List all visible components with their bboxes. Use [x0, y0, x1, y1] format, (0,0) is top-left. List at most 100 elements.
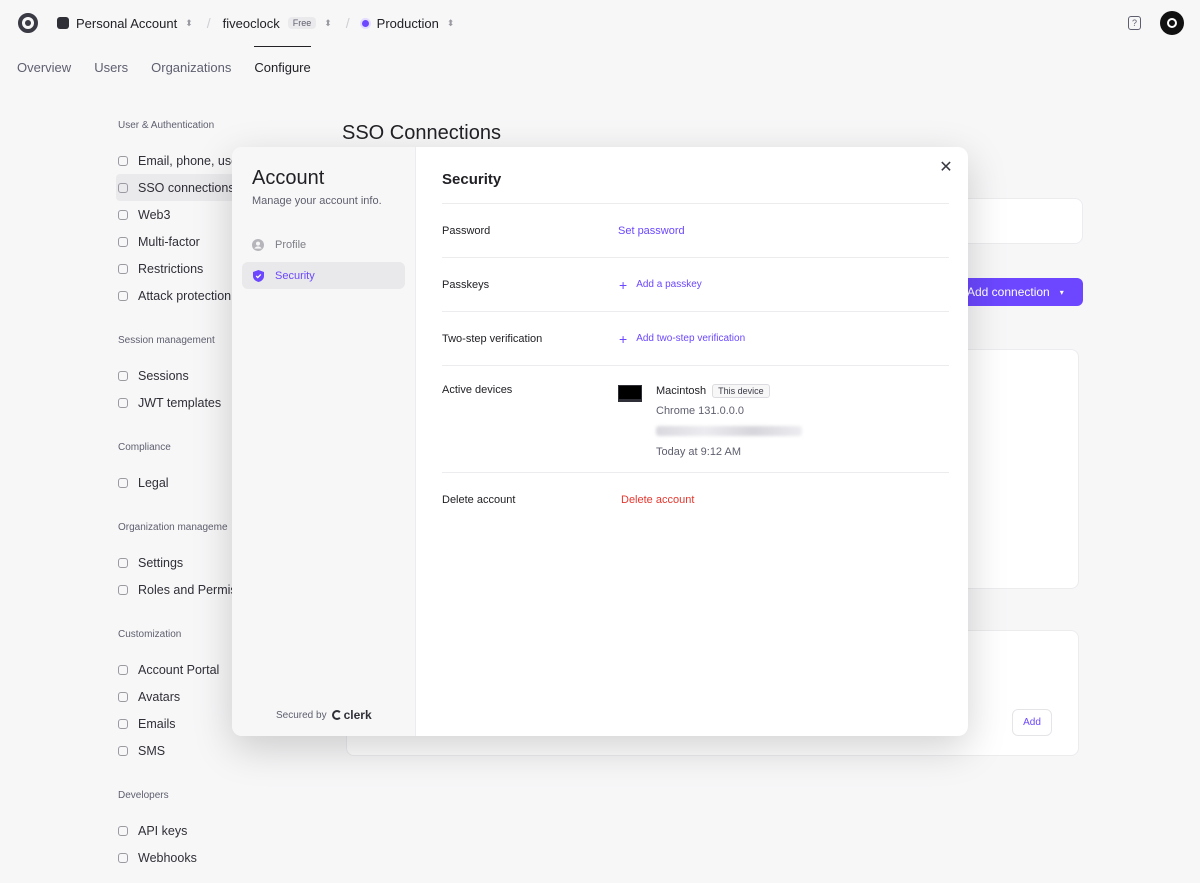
sidebar-item-label: Restrictions	[138, 261, 204, 276]
email-icon	[118, 155, 128, 166]
sidebar-item-label: API keys	[138, 823, 188, 838]
instance-name: Production	[376, 15, 439, 31]
modal-nav-items: Profile Security	[242, 231, 405, 289]
sidebar-item-webhooks[interactable]: Webhooks	[118, 844, 318, 871]
sidebar-item-label: Web3	[138, 207, 171, 222]
sidebar-item-label: Legal	[138, 475, 169, 490]
delete-account-button[interactable]: Delete account	[618, 494, 694, 506]
active-devices-row: Active devices Macintosh This device Chro…	[442, 366, 949, 473]
breadcrumb-separator: /	[345, 15, 350, 31]
modal-subtitle: Manage your account info.	[252, 195, 382, 207]
nav-item-profile[interactable]: Profile	[242, 231, 405, 258]
sidebar-item-label: Account Portal	[138, 662, 220, 677]
chevron-updown-icon: ⬍	[324, 17, 332, 28]
chevron-down-icon: ▾	[1059, 287, 1064, 297]
main-tabs: Overview Users Organizations Configure	[17, 46, 334, 86]
top-bar: Personal Account ⬍ / fiveoclock Free ⬍ /…	[0, 0, 1200, 46]
secured-by-clerk[interactable]: Secured by clerk	[276, 708, 372, 722]
sidebar-item-label: Sessions	[138, 368, 189, 383]
plus-icon: +	[619, 330, 628, 347]
gear-icon	[118, 397, 128, 408]
modal-nav: Account Manage your account info. Profil…	[232, 147, 416, 736]
tab-overview[interactable]: Overview	[17, 46, 71, 86]
delete-account-label: Delete account	[442, 494, 516, 506]
chevron-updown-icon: ⬍	[446, 17, 455, 28]
instance-switcher[interactable]: Production ⬍	[361, 15, 455, 31]
sidebar-item-api-keys[interactable]: API keys	[118, 817, 318, 844]
nav-item-label: Profile	[275, 238, 307, 251]
shield-icon	[252, 269, 264, 282]
modal-title: Account	[252, 167, 325, 189]
plus-icon: +	[619, 276, 628, 293]
portal-icon	[118, 664, 128, 675]
tab-organizations[interactable]: Organizations	[151, 46, 231, 86]
web3-icon	[118, 209, 128, 220]
sidebar-item-label: SMS	[138, 743, 166, 758]
clerk-brand-label: clerk	[343, 708, 372, 722]
sidebar-item-label: Multi-factor	[138, 234, 200, 249]
user-circle-icon	[252, 238, 264, 251]
tab-configure[interactable]: Configure	[254, 46, 312, 86]
clerk-brand: clerk	[331, 708, 372, 722]
breadcrumb-separator: /	[206, 15, 211, 31]
account-name: Personal Account	[76, 15, 178, 31]
two-step-label: Two-step verification	[442, 332, 543, 345]
two-step-row: Two-step verification + Add two-step veri…	[442, 312, 949, 366]
sso-icon	[118, 182, 128, 193]
nav-item-security[interactable]: Security	[242, 262, 405, 289]
button-label: Add connection	[967, 285, 1050, 299]
code-icon	[118, 825, 128, 836]
add-passkey-label: Add a passkey	[636, 279, 702, 290]
plan-badge: Free	[287, 17, 317, 29]
add-two-step-button[interactable]: + Add two-step verification	[618, 331, 949, 347]
secured-by-label: Secured by	[276, 709, 327, 721]
help-icon[interactable]: ?	[1128, 16, 1141, 30]
sidebar-section-title: Developers	[118, 790, 169, 801]
add-passkey-button[interactable]: + Add a passkey	[618, 277, 949, 293]
legal-icon	[118, 477, 128, 488]
tab-users[interactable]: Users	[94, 46, 128, 86]
sidebar-item-label: SSO connections	[138, 180, 235, 195]
device-name: Macintosh	[656, 385, 707, 397]
close-icon[interactable]: ✕	[939, 160, 953, 176]
sidebar-item-label: Roles and Permis	[138, 582, 237, 597]
sms-icon	[118, 745, 128, 756]
sidebar-section-title: User & Authentication	[118, 120, 215, 131]
device-last-active: Today at 9:12 AM	[656, 446, 741, 458]
chevron-updown-icon: ⬍	[185, 17, 193, 28]
page-title: SSO Connections	[342, 122, 501, 144]
active-devices-label: Active devices	[442, 384, 513, 396]
passkeys-label: Passkeys	[442, 278, 490, 291]
clerk-logo-icon[interactable]	[18, 13, 38, 33]
sidebar-item-label: Emails	[138, 716, 176, 731]
sidebar-section: Developers API keys Webhooks	[118, 790, 318, 871]
sidebar-item-label: Settings	[138, 555, 184, 570]
security-panel: ✕ Security Password Set password Passkey…	[416, 147, 968, 736]
sidebar-item-label: Webhooks	[138, 850, 197, 865]
avatar-icon	[118, 691, 128, 702]
nav-item-label: Security	[275, 269, 315, 282]
laptop-icon	[618, 385, 642, 402]
set-password-button[interactable]: Set password	[618, 225, 685, 237]
this-device-badge: This device	[712, 384, 770, 398]
roles-icon	[118, 584, 128, 595]
account-icon	[57, 17, 69, 29]
sidebar-item-label: Email, phone, use	[138, 153, 239, 168]
account-modal: Account Manage your account info. Profil…	[232, 147, 968, 736]
app-switcher[interactable]: fiveoclock Free ⬍	[223, 16, 332, 31]
delete-account-row: Delete account Delete account	[442, 473, 949, 527]
multifactor-icon	[118, 236, 128, 247]
add-connection-button[interactable]: Add connection ▾	[955, 278, 1083, 306]
lock-icon	[118, 263, 128, 274]
webhook-icon	[118, 852, 128, 863]
sidebar-item-sms[interactable]: SMS	[118, 737, 318, 764]
device-item: Macintosh This device Chrome 131.0.0.0 To…	[618, 384, 949, 458]
sidebar-item-label: JWT templates	[138, 395, 222, 410]
redacted-ip-location	[656, 426, 802, 436]
password-label: Password	[442, 224, 491, 237]
account-switcher[interactable]: Personal Account ⬍	[57, 16, 193, 31]
avatar[interactable]	[1160, 11, 1184, 35]
shield-icon	[118, 290, 128, 301]
building-icon	[118, 557, 128, 568]
add-button[interactable]: Add	[1012, 709, 1052, 736]
